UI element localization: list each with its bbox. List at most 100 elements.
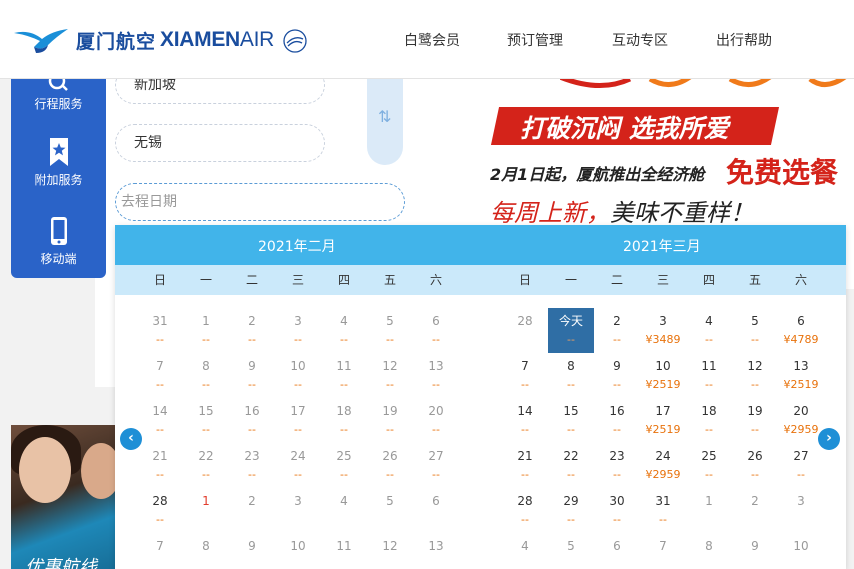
calendar-day[interactable]: 8 --: [548, 353, 594, 398]
day-number: 12: [382, 539, 398, 553]
calendar-day[interactable]: 26 --: [732, 443, 778, 488]
calendar-day: 13: [413, 533, 459, 569]
day-price: --: [567, 423, 575, 436]
calendar-day[interactable]: 5 --: [732, 308, 778, 353]
calendar-day[interactable]: 11 --: [686, 353, 732, 398]
nav-interactive[interactable]: 互动专区: [612, 30, 668, 50]
banner-tagline-dark: 美味不重样！: [610, 199, 754, 227]
calendar-day: 19 --: [367, 398, 413, 443]
calendar-day[interactable]: 10 ¥2519: [640, 353, 686, 398]
day-number: 16: [244, 404, 260, 418]
calendar-day[interactable]: 4 --: [686, 308, 732, 353]
calendar-day[interactable]: 28 --: [137, 488, 183, 533]
calendar-day[interactable]: 9 --: [594, 353, 640, 398]
calendar-day[interactable]: 16 --: [594, 398, 640, 443]
day-number: 1: [202, 314, 210, 328]
day-price: --: [386, 333, 394, 346]
day-number: 9: [248, 359, 256, 373]
weekday-row: 日一二三四五六日一二三四五六: [115, 265, 846, 295]
logo-chinese-text: 厦门航空: [76, 30, 157, 53]
calendar-day[interactable]: 27 --: [778, 443, 824, 488]
day-price: --: [156, 378, 164, 391]
calendar-day[interactable]: 3 ¥3489: [640, 308, 686, 353]
day-price: --: [751, 423, 759, 436]
calendar-day: 8 --: [183, 353, 229, 398]
swap-cities-button[interactable]: ⇅: [367, 79, 403, 165]
day-price: --: [613, 468, 621, 481]
day-price: --: [156, 468, 164, 481]
weekday-label: 日: [153, 273, 166, 287]
calendar-day[interactable]: 29 --: [548, 488, 594, 533]
calendar-day[interactable]: 15 --: [548, 398, 594, 443]
day-price: --: [248, 378, 256, 391]
nav-travel-help[interactable]: 出行帮助: [716, 30, 772, 50]
egret-logo-icon: [14, 29, 68, 53]
day-number: 28: [517, 314, 533, 328]
day-number: 19: [747, 404, 763, 418]
day-number: 10: [655, 359, 671, 373]
calendar-day[interactable]: 13 ¥2519: [778, 353, 824, 398]
day-price: ¥2519: [645, 423, 681, 436]
calendar-day[interactable]: 6 ¥4789: [778, 308, 824, 353]
day-price: --: [202, 333, 210, 346]
calendar-day[interactable]: 20 ¥2959: [778, 398, 824, 443]
nav-member[interactable]: 白鹭会员: [404, 30, 460, 50]
day-price: --: [705, 378, 713, 391]
calendar-day[interactable]: 21 --: [502, 443, 548, 488]
day-price: ¥4789: [783, 333, 819, 346]
calendar-day: 1: [686, 488, 732, 533]
calendar-day: 17 --: [275, 398, 321, 443]
day-number: 17: [655, 404, 671, 418]
calendar-day[interactable]: 30 --: [594, 488, 640, 533]
day-number: 24: [290, 449, 306, 463]
swap-arrows-icon: ⇅: [378, 107, 392, 126]
departure-date-input[interactable]: 去程日期: [115, 183, 405, 221]
calendar-day[interactable]: 25 --: [686, 443, 732, 488]
day-price: --: [156, 423, 164, 436]
day-price: --: [432, 423, 440, 436]
day-price: --: [751, 378, 759, 391]
photo-caption: 优惠航线: [25, 557, 97, 569]
day-price: --: [202, 468, 210, 481]
calendar-day[interactable]: 2 --: [594, 308, 640, 353]
calendar-day[interactable]: 1: [183, 488, 229, 533]
calendar-day[interactable]: 7 --: [502, 353, 548, 398]
arrival-city-field[interactable]: 无锡: [115, 124, 325, 162]
calendar-day[interactable]: 24 ¥2959: [640, 443, 686, 488]
sidebar-item-addon[interactable]: 附加服务: [11, 137, 106, 188]
calendar-day[interactable]: 31 --: [640, 488, 686, 533]
day-number: 19: [382, 404, 398, 418]
weekday-label: 五: [383, 273, 396, 287]
day-number: 31: [655, 494, 671, 508]
xiamenair-logo[interactable]: 厦门航空 XIAMENAIR: [12, 22, 310, 58]
calendar-day[interactable]: 23 --: [594, 443, 640, 488]
day-number: 21: [152, 449, 168, 463]
calendar-day[interactable]: 19 --: [732, 398, 778, 443]
day-number: 9: [613, 359, 621, 373]
search-icon: [48, 79, 68, 91]
nav-booking-management[interactable]: 预订管理: [507, 30, 563, 50]
calendar-day-today[interactable]: 今天 --: [548, 308, 594, 353]
day-number: 7: [659, 539, 667, 553]
day-number: 3: [797, 494, 805, 508]
day-price: --: [340, 468, 348, 481]
sidebar-item-itinerary[interactable]: 行程服务: [11, 79, 106, 112]
day-price: ¥3489: [645, 333, 681, 346]
day-number: 7: [156, 359, 164, 373]
day-number: 13: [428, 359, 444, 373]
calendar-day[interactable]: 12 --: [732, 353, 778, 398]
calendar-day[interactable]: 14 --: [502, 398, 548, 443]
calendar-day[interactable]: 18 --: [686, 398, 732, 443]
calendar-day: 4: [321, 488, 367, 533]
promo-photo[interactable]: 优惠航线: [11, 425, 121, 569]
weekday-label: 三: [656, 273, 669, 287]
day-number: 28: [152, 494, 168, 508]
day-number: 3: [294, 314, 302, 328]
day-number: 21: [517, 449, 533, 463]
day-number: 11: [336, 359, 352, 373]
calendar-day[interactable]: 28 --: [502, 488, 548, 533]
day-number: 2: [248, 314, 256, 328]
sidebar-item-mobile[interactable]: 移动端: [11, 216, 106, 267]
calendar-day[interactable]: 17 ¥2519: [640, 398, 686, 443]
calendar-day[interactable]: 22 --: [548, 443, 594, 488]
